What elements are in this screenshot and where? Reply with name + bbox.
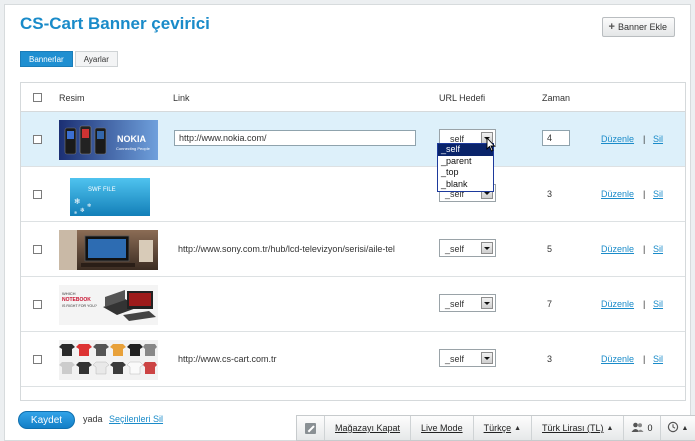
delete-link[interactable]: Sil [653,134,663,144]
delete-link[interactable]: Sil [653,189,663,199]
caret-up-icon: ▲ [681,424,689,432]
svg-text:SWF FILE: SWF FILE [88,187,116,193]
save-button[interactable]: Kaydet [18,411,75,429]
chevron-down-icon[interactable] [481,242,493,254]
url-target-select[interactable]: _self [439,294,496,312]
action-separator: | [643,354,646,364]
banner-image-swf[interactable]: SWF FILE ❄ ❄ ❄ ❄ [70,178,150,216]
mouse-cursor-icon [486,136,496,154]
history-button[interactable]: ▲ [661,416,695,440]
row-checkbox[interactable] [33,135,42,144]
action-separator: | [643,244,646,254]
dropdown-option-blank[interactable]: _blank [438,179,493,191]
currency-selector[interactable]: Türk Lirası (TL) ▲ [532,416,625,440]
url-target-value: _self [445,244,465,254]
tab-bannerlar[interactable]: Bannerlar [20,51,73,67]
time-input[interactable] [542,130,570,146]
banner-image-sony[interactable] [59,230,158,270]
users-count: 0 [647,423,653,433]
header-link: Link [173,93,190,103]
edit-link[interactable]: Düzenle [601,134,634,144]
banner-image-tshirts[interactable] [59,340,158,380]
page-title: CS-Cart Banner çevirici [20,14,210,33]
delete-link[interactable]: Sil [653,299,663,309]
add-banner-label: Banner Ekle [617,22,667,32]
dropdown-option-top[interactable]: _top [438,167,493,179]
edit-link[interactable]: Düzenle [601,354,634,364]
time-value: 5 [547,244,553,254]
link-text: http://www.sony.com.tr/hub/lcd-televizyo… [178,244,395,254]
svg-text:WHICH: WHICH [62,291,76,296]
admin-bottom-bar: Mağazayı Kapat Live Mode Türkçe ▲ Türk L… [296,415,695,441]
link-text: http://www.cs-cart.com.tr [178,354,277,364]
table-header: Resim Link URL Hedefi Zaman [21,83,685,112]
svg-text:❄: ❄ [87,203,91,209]
delete-selected-link[interactable]: Seçilenleri Sil [109,414,163,424]
svg-text:Connecting People: Connecting People [116,146,151,151]
table-row: http://www.sony.com.tr/hub/lcd-televizyo… [21,222,685,277]
users-icon [631,422,644,434]
tab-ayarlar[interactable]: Ayarlar [74,51,118,67]
chevron-down-icon[interactable] [481,352,493,364]
url-target-select[interactable]: _self [439,349,496,367]
dropdown-option-parent[interactable]: _parent [438,156,493,168]
close-store-label: Mağazayı Kapat [335,423,401,433]
currency-label: Türk Lirası (TL) [542,423,604,433]
row-checkbox[interactable] [33,190,42,199]
delete-link[interactable]: Sil [653,244,663,254]
time-value: 3 [547,189,553,199]
content-panel: CS-Cart Banner çevirici + Banner Ekle Ba… [4,4,691,441]
edit-link[interactable]: Düzenle [601,244,634,254]
table-row: WHICH NOTEBOOK IS RIGHT FOR YOU? _self 7… [21,277,685,332]
plus-icon: + [608,21,615,33]
time-value: 7 [547,299,553,309]
svg-text:NOKIA: NOKIA [117,134,147,144]
url-target-select[interactable]: _self [439,239,496,257]
tabs: Bannerlar Ayarlar [20,51,118,67]
language-selector[interactable]: Türkçe ▲ [474,416,533,440]
url-target-value: _self [445,299,465,309]
select-all-checkbox[interactable] [33,93,42,102]
table-row: SWF FILE ❄ ❄ ❄ ❄ _self 3 Düzenle | Sil [21,167,685,222]
action-separator: | [643,134,646,144]
edit-mode-toggle[interactable] [297,416,325,440]
banner-image-nokia[interactable]: NOKIA Connecting People [59,120,158,160]
delete-link[interactable]: Sil [653,354,663,364]
banner-table: Resim Link URL Hedefi Zaman NOKIA Connec… [20,82,686,401]
users-online[interactable]: 0 [624,416,661,440]
edit-link[interactable]: Düzenle [601,189,634,199]
chevron-down-icon[interactable] [481,297,493,309]
link-input[interactable] [174,130,416,146]
svg-text:❄: ❄ [74,197,81,206]
header-time: Zaman [542,93,571,103]
dropdown-option-self[interactable]: _self [438,144,493,156]
caret-up-icon: ▲ [514,424,522,432]
table-row: http://www.cs-cart.com.tr _self 3 Düzenl… [21,332,685,387]
row-checkbox[interactable] [33,300,42,309]
language-label: Türkçe [483,423,512,433]
pencil-icon [305,422,316,434]
table-row: NOKIA Connecting People _self Düzenle | … [21,112,685,167]
edit-link[interactable]: Düzenle [601,299,634,309]
url-target-value: _self [445,354,465,364]
banner-image-notebook[interactable]: WHICH NOTEBOOK IS RIGHT FOR YOU? [59,285,158,325]
clock-history-icon [667,421,679,435]
svg-text:❄: ❄ [80,207,85,214]
row-checkbox[interactable] [33,355,42,364]
live-mode-button[interactable]: Live Mode [411,416,474,440]
live-mode-label: Live Mode [421,423,463,433]
action-separator: | [643,299,646,309]
caret-up-icon: ▲ [606,424,614,432]
add-banner-button[interactable]: + Banner Ekle [601,17,675,37]
close-store-button[interactable]: Mağazayı Kapat [325,416,412,440]
header-image: Resim [59,93,85,103]
time-value: 3 [547,354,553,364]
svg-text:NOTEBOOK: NOTEBOOK [62,297,91,303]
action-separator: | [643,189,646,199]
header-url-target: URL Hedefi [439,93,486,103]
row-checkbox[interactable] [33,245,42,254]
svg-text:IS RIGHT FOR YOU?: IS RIGHT FOR YOU? [62,304,97,308]
or-text: yada [83,414,103,424]
